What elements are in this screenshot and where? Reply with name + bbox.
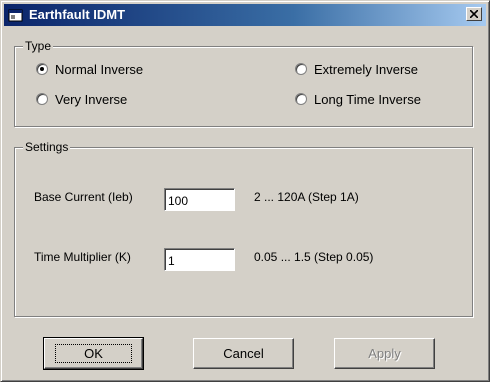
radio-button[interactable] (295, 93, 307, 105)
app-window-icon (8, 7, 24, 23)
radio-label: Extremely Inverse (314, 61, 419, 77)
type-group-legend: Type (23, 39, 54, 53)
title-bar[interactable]: Earthfault IDMT (4, 4, 486, 26)
ok-button-label: OK (55, 344, 132, 363)
close-button[interactable] (466, 7, 482, 21)
radio-label: Normal Inverse (55, 61, 144, 77)
base-current-range: 2 ... 120A (Step 1A) (254, 190, 359, 204)
dialog-window: Earthfault IDMT Type Normal Inverse Very… (0, 0, 490, 382)
time-multiplier-label: Time Multiplier (K) (34, 250, 131, 264)
apply-button-label: Apply (368, 346, 401, 361)
radio-long-time-inverse[interactable]: Long Time Inverse (295, 91, 421, 107)
settings-groupbox: Settings Base Current (Ieb) 2 ... 120A (… (14, 140, 473, 317)
window-title: Earthfault IDMT (29, 7, 126, 22)
radio-very-inverse[interactable]: Very Inverse (36, 91, 127, 107)
radio-button-checked[interactable] (36, 63, 48, 75)
close-icon (470, 10, 478, 18)
cancel-button[interactable]: Cancel (193, 338, 294, 369)
base-current-label: Base Current (Ieb) (34, 190, 133, 204)
base-current-input[interactable] (164, 188, 235, 211)
radio-label: Long Time Inverse (314, 91, 421, 107)
time-multiplier-range: 0.05 ... 1.5 (Step 0.05) (254, 250, 374, 264)
radio-label: Very Inverse (55, 91, 128, 107)
time-multiplier-input[interactable] (164, 248, 235, 271)
radio-button[interactable] (295, 63, 307, 75)
ok-button[interactable]: OK (43, 337, 144, 370)
cancel-button-label: Cancel (223, 346, 264, 361)
radio-normal-inverse[interactable]: Normal Inverse (36, 61, 143, 77)
radio-button[interactable] (36, 93, 48, 105)
radio-extremely-inverse[interactable]: Extremely Inverse (295, 61, 418, 77)
settings-group-legend: Settings (23, 140, 71, 154)
apply-button[interactable]: Apply (334, 338, 435, 369)
type-groupbox: Type Normal Inverse Very Inverse Extreme… (14, 39, 473, 127)
